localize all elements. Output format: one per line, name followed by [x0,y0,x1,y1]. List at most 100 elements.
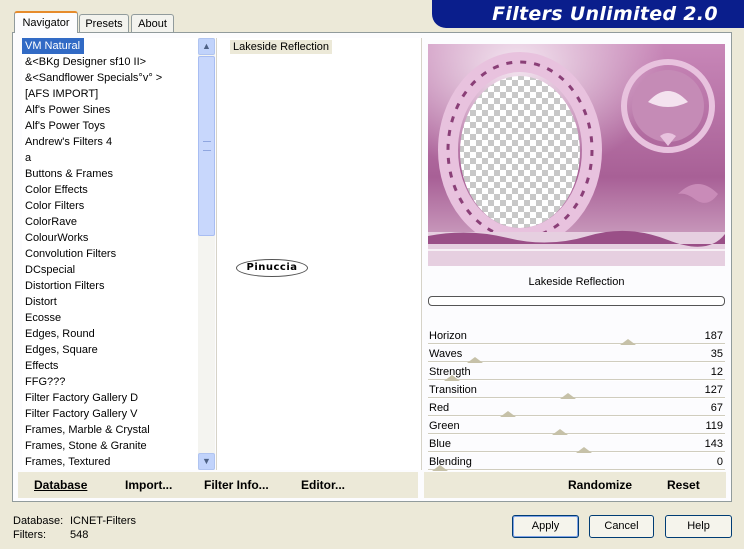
param-value: 127 [704,384,723,396]
slider-thumb[interactable] [444,375,460,381]
list-item[interactable]: ColourWorks [22,230,198,246]
database-label: Database: [13,515,64,527]
tab-presets[interactable]: Presets [79,14,129,32]
import-button[interactable]: Import... [125,478,172,492]
list-item-label: Alf's Power Toys [25,120,106,132]
slider-thumb[interactable] [560,393,576,399]
filter-list-panel[interactable] [216,38,422,470]
editor-button[interactable]: Editor... [301,478,345,492]
slider-thumb[interactable] [500,411,516,417]
slider-track[interactable] [428,397,725,399]
param-label: Waves [429,348,463,360]
filter-info-button[interactable]: Filter Info... [204,478,269,492]
param-value: 35 [710,348,723,360]
list-item-label: Filter Factory Gallery V [25,408,138,420]
filter-category-list[interactable]: VM Natural &<BKg Designer sf10 II> &<Sandf… [22,38,198,470]
list-item-label: Filter Factory Gallery D [25,392,139,404]
list-item[interactable]: Filter Factory Gallery V [22,406,198,422]
tab-navigator[interactable]: Navigator [14,11,78,33]
slider-track[interactable] [428,379,725,381]
database-button[interactable]: Database [34,478,87,492]
param-blue[interactable]: Blue 143 [428,436,725,454]
apply-button[interactable]: Apply [512,515,579,538]
pinuccia-watermark: Pinuccia [236,259,308,277]
param-waves[interactable]: Waves 35 [428,346,725,364]
list-item[interactable]: Ecosse [22,310,198,326]
list-item[interactable]: DCspecial [22,262,198,278]
list-item[interactable]: Effects [22,358,198,374]
param-transition[interactable]: Transition 127 [428,382,725,400]
list-item[interactable]: a [22,150,198,166]
param-red[interactable]: Red 67 [428,400,725,418]
tab-about[interactable]: About [131,14,174,32]
list-item-label: Frames, Stone & Granite [25,440,147,452]
param-label: Horizon [429,330,467,342]
param-label: Blue [429,438,452,450]
list-item[interactable]: Frames, Stone & Granite [22,438,198,454]
list-item-label: Convolution Filters [25,248,117,260]
list-item[interactable]: Color Effects [22,182,198,198]
param-label: Red [429,402,450,414]
scroll-thumb[interactable] [198,56,215,236]
list-item-label: Effects [25,360,59,372]
param-green[interactable]: Green 119 [428,418,725,436]
list-item[interactable]: Filter Factory Gallery D [22,390,198,406]
scroll-down-button[interactable]: ▼ [198,453,215,470]
param-horizon[interactable]: Horizon 187 [428,328,725,346]
list-item[interactable]: VM Natural [22,38,198,54]
param-value: 143 [704,438,723,450]
list-item-label: ColorRave [25,216,77,228]
list-item[interactable]: Buttons & Frames [22,166,198,182]
slider-track[interactable] [428,343,725,345]
list-item-label: Distort [25,296,57,308]
list-item[interactable]: Edges, Square [22,342,198,358]
param-value: 67 [710,402,723,414]
list-item-label: Color Filters [25,200,85,212]
list-item[interactable]: Distort [22,294,198,310]
help-button[interactable]: Help [665,515,732,538]
slider-track[interactable] [428,433,725,435]
progress-bar [428,296,725,306]
param-label: Transition [429,384,477,396]
list-item[interactable]: FFG??? [22,374,198,390]
list-item-label: ColourWorks [25,232,89,244]
database-value: ICNET-Filters [70,515,136,527]
preview-artwork [428,44,725,266]
list-item[interactable]: Andrew's Filters 4 [22,134,198,150]
randomize-button[interactable]: Randomize [568,478,632,492]
slider-thumb[interactable] [467,357,483,363]
slider-track[interactable] [428,415,725,417]
list-item[interactable]: Color Filters [22,198,198,214]
list-item-label: Distortion Filters [25,280,105,292]
list-item[interactable]: Alf's Power Sines [22,102,198,118]
slider-thumb[interactable] [620,339,636,345]
list-item[interactable]: [AFS IMPORT] [22,86,198,102]
list-item[interactable]: Edges, Round [22,326,198,342]
cancel-button[interactable]: Cancel [589,515,654,538]
list-item-label: [AFS IMPORT] [25,88,99,100]
list-item[interactable]: ColorRave [22,214,198,230]
param-value: 12 [710,366,723,378]
list-item[interactable]: Alf's Power Toys [22,118,198,134]
slider-thumb[interactable] [552,429,568,435]
list-item-label: VM Natural [22,38,85,54]
param-blending[interactable]: Blending 0 [428,454,725,472]
app-title: Filters Unlimited 2.0 [492,3,718,25]
preview-filter-name: Lakeside Reflection [528,276,625,288]
list-item[interactable]: Frames, Marble & Crystal [22,422,198,438]
slider-thumb[interactable] [432,465,448,471]
list-item[interactable]: Distortion Filters [22,278,198,294]
reset-button[interactable]: Reset [667,478,700,492]
filters-count-label: Filters: [13,529,46,541]
param-strength[interactable]: Strength 12 [428,364,725,382]
slider-thumb[interactable] [576,447,592,453]
list-item[interactable]: &<Sandflower Specials°v° > [22,70,198,86]
list-item[interactable]: &<BKg Designer sf10 II> [22,54,198,70]
slider-track[interactable] [428,469,725,471]
filter-item-selected[interactable]: Lakeside Reflection [230,40,333,54]
list-scrollbar[interactable]: ▲ ▼ [198,38,215,470]
list-item[interactable]: Frames, Textured [22,454,198,470]
scroll-up-button[interactable]: ▲ [198,38,215,55]
list-item-label: &<BKg Designer sf10 II> [25,56,147,68]
list-item[interactable]: Convolution Filters [22,246,198,262]
